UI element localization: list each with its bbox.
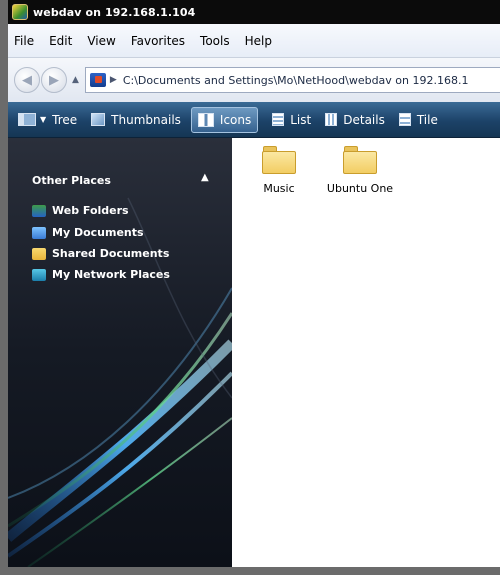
icons-label: Icons bbox=[219, 112, 252, 127]
menu-edit[interactable]: Edit bbox=[49, 34, 72, 48]
folder-ubuntu-one[interactable]: Ubuntu One bbox=[325, 146, 395, 195]
sidebar-item-web-folders[interactable]: Web Folders bbox=[32, 204, 129, 217]
sidebar-item-label: Shared Documents bbox=[52, 247, 170, 260]
thumbnails-label: Thumbnails bbox=[111, 112, 181, 127]
title-bar[interactable]: webdav on 192.168.1.104 bbox=[8, 0, 500, 24]
list-icon bbox=[272, 113, 285, 126]
folder-icon bbox=[343, 146, 377, 174]
sidebar-item-label: My Network Places bbox=[52, 268, 170, 281]
icons-button[interactable]: Icons bbox=[190, 106, 259, 133]
menu-tools[interactable]: Tools bbox=[200, 34, 230, 48]
tree-label: Tree bbox=[52, 112, 78, 127]
window-title: webdav on 192.168.1.104 bbox=[33, 5, 196, 19]
location-icon bbox=[89, 73, 106, 87]
file-list-pane[interactable]: Music Ubuntu One bbox=[232, 138, 500, 567]
forward-button[interactable]: ▶ bbox=[41, 67, 67, 93]
tree-dropdown-icon[interactable]: ▼ bbox=[40, 115, 46, 124]
sidebar-item-shared-documents[interactable]: Shared Documents bbox=[32, 247, 169, 260]
other-places-header[interactable]: Other Places bbox=[32, 174, 111, 187]
folder-label: Music bbox=[263, 182, 295, 195]
tile-button[interactable]: Tile bbox=[398, 107, 438, 133]
tree-button[interactable]: ▼ Tree bbox=[18, 107, 77, 133]
tile-icon bbox=[398, 113, 411, 126]
history-dropdown-icon[interactable]: ▲ bbox=[72, 75, 79, 85]
list-label: List bbox=[290, 112, 312, 127]
menu-help[interactable]: Help bbox=[245, 34, 272, 48]
list-button[interactable]: List bbox=[272, 107, 311, 133]
explorer-window: webdav on 192.168.1.104 File Edit View F… bbox=[0, 0, 500, 575]
app-icon bbox=[12, 4, 28, 20]
sidebar-wallpaper bbox=[8, 138, 232, 567]
sidebar-item-label: My Documents bbox=[52, 226, 144, 239]
network-places-icon bbox=[32, 268, 46, 281]
view-toolbar: ▼ Tree Thumbnails Icons List Details Til… bbox=[8, 102, 500, 138]
menu-favorites[interactable]: Favorites bbox=[131, 34, 185, 48]
folder-music[interactable]: Music bbox=[244, 146, 314, 195]
address-path[interactable]: C:\Documents and Settings\Mo\NetHood\web… bbox=[123, 74, 469, 87]
folder-icon bbox=[262, 146, 296, 174]
web-folders-icon bbox=[32, 204, 46, 217]
thumbnails-button[interactable]: Thumbnails bbox=[91, 107, 181, 133]
sidebar-item-my-documents[interactable]: My Documents bbox=[32, 226, 144, 239]
breadcrumb-separator-icon[interactable]: ▶ bbox=[110, 75, 117, 85]
icons-view-icon bbox=[197, 112, 214, 127]
sidebar-item-my-network-places[interactable]: My Network Places bbox=[32, 268, 170, 281]
folder-label: Ubuntu One bbox=[326, 182, 394, 195]
details-icon bbox=[325, 113, 338, 126]
tree-icon bbox=[18, 113, 36, 126]
address-bar: ◀ ▶ ▲ ▶ C:\Documents and Settings\Mo\Net… bbox=[8, 58, 500, 102]
menu-view[interactable]: View bbox=[87, 34, 115, 48]
address-field[interactable]: ▶ C:\Documents and Settings\Mo\NetHood\w… bbox=[84, 67, 500, 93]
my-documents-icon bbox=[32, 226, 46, 239]
sidebar-item-label: Web Folders bbox=[52, 204, 129, 217]
menu-file[interactable]: File bbox=[14, 34, 34, 48]
sidebar-panel: Other Places ▲ Web Folders My Documents … bbox=[8, 138, 232, 567]
shared-documents-icon bbox=[32, 247, 46, 260]
details-label: Details bbox=[343, 112, 385, 127]
menu-bar: File Edit View Favorites Tools Help bbox=[8, 24, 500, 58]
details-button[interactable]: Details bbox=[325, 107, 385, 133]
tile-label: Tile bbox=[416, 112, 438, 127]
collapse-icon[interactable]: ▲ bbox=[201, 172, 209, 183]
thumbnails-icon bbox=[91, 113, 106, 126]
back-button[interactable]: ◀ bbox=[14, 67, 40, 93]
